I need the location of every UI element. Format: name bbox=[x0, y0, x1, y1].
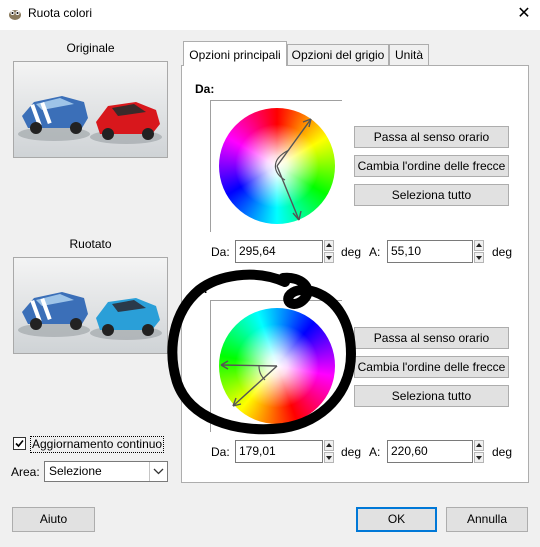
spin-up-icon[interactable] bbox=[324, 440, 334, 451]
cancel-button[interactable]: Annulla bbox=[446, 507, 528, 532]
to-to-spinner[interactable] bbox=[474, 440, 484, 463]
spin-down-icon[interactable] bbox=[474, 252, 484, 263]
from-to-input[interactable]: 55,10 bbox=[387, 240, 473, 263]
ok-button[interactable]: OK bbox=[356, 507, 437, 532]
to-swap-arrows-button[interactable]: Cambia l'ordine delle frecce bbox=[354, 356, 509, 378]
to-from-spinner[interactable] bbox=[324, 440, 334, 463]
rotated-cars-image bbox=[14, 258, 167, 353]
from-select-all-button[interactable]: Seleziona tutto bbox=[354, 184, 509, 206]
from-from-spinner[interactable] bbox=[324, 240, 334, 263]
from-wheel-arrows[interactable] bbox=[219, 108, 335, 224]
from-from-unit: deg bbox=[341, 245, 362, 259]
to-select-all-button[interactable]: Seleziona tutto bbox=[354, 385, 509, 407]
spin-up-icon[interactable] bbox=[474, 440, 484, 451]
continuous-update-label[interactable]: Aggiornamento continuo bbox=[30, 436, 165, 453]
rotated-preview-label: Ruotato bbox=[69, 237, 112, 251]
close-icon[interactable]: ✕ bbox=[512, 3, 536, 25]
from-from-input[interactable]: 295,64 bbox=[235, 240, 323, 263]
to-clockwise-button[interactable]: Passa al senso orario bbox=[354, 327, 509, 349]
checkmark-icon bbox=[15, 439, 24, 448]
to-from-unit: deg bbox=[341, 445, 362, 459]
original-preview-label: Originale bbox=[66, 41, 115, 55]
spin-up-icon[interactable] bbox=[324, 240, 334, 251]
from-clockwise-button[interactable]: Passa al senso orario bbox=[354, 126, 509, 148]
from-from-label: Da: bbox=[211, 245, 230, 259]
from-to-label: A: bbox=[369, 245, 381, 259]
tab-units[interactable]: Unità bbox=[389, 44, 429, 65]
from-to-spinner[interactable] bbox=[474, 240, 484, 263]
to-from-input[interactable]: 179,01 bbox=[235, 440, 323, 463]
spin-up-icon[interactable] bbox=[474, 240, 484, 251]
to-to-input[interactable]: 220,60 bbox=[387, 440, 473, 463]
original-cars-image bbox=[14, 62, 167, 157]
from-section-label: Da: bbox=[195, 82, 215, 96]
from-to-unit: deg bbox=[492, 245, 513, 259]
spin-down-icon[interactable] bbox=[324, 452, 334, 463]
window-title: Ruota colori bbox=[28, 6, 93, 20]
tab-gray-options[interactable]: Opzioni del grigio bbox=[287, 44, 389, 65]
area-label: Area: bbox=[11, 465, 40, 479]
tab-main-options[interactable]: Opzioni principali bbox=[183, 41, 287, 66]
area-select-value: Selezione bbox=[49, 464, 102, 478]
spin-down-icon[interactable] bbox=[324, 252, 334, 263]
to-from-label: Da: bbox=[211, 445, 230, 459]
gimp-app-icon bbox=[9, 10, 21, 20]
chevron-down-icon[interactable] bbox=[149, 462, 167, 481]
help-button[interactable]: Aiuto bbox=[12, 507, 95, 532]
continuous-update-checkbox[interactable] bbox=[13, 437, 26, 450]
to-section-label: A: bbox=[195, 282, 208, 296]
to-to-unit: deg bbox=[492, 445, 513, 459]
spin-down-icon[interactable] bbox=[474, 452, 484, 463]
from-swap-arrows-button[interactable]: Cambia l'ordine delle frecce bbox=[354, 155, 509, 177]
original-preview bbox=[13, 61, 168, 158]
area-select[interactable]: Selezione bbox=[44, 461, 168, 482]
to-wheel-arrows[interactable] bbox=[219, 308, 335, 424]
rotated-preview bbox=[13, 257, 168, 354]
to-to-label: A: bbox=[369, 445, 381, 459]
